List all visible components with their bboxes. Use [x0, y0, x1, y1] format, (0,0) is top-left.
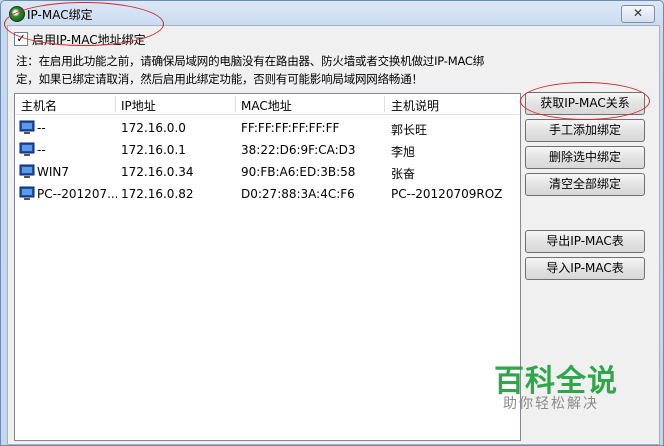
delete-selected-binding-button[interactable]: 删除选中绑定 — [525, 146, 645, 169]
cell-mac: FF:FF:FF:FF:FF:FF — [241, 121, 340, 135]
column-divider[interactable] — [384, 96, 385, 112]
binding-list[interactable]: 主机名 IP地址 MAC地址 主机说明 -- 172.16.0.0 FF:FF:… — [14, 93, 521, 441]
cell-ip: 172.16.0.1 — [121, 143, 186, 157]
cell-hostname: PC--201207... — [37, 187, 117, 201]
computer-icon — [19, 120, 35, 134]
close-button[interactable]: ✕ — [621, 5, 655, 23]
enable-binding-label[interactable]: 启用IP-MAC地址绑定 — [32, 31, 146, 48]
cell-description: 张奋 — [391, 167, 416, 181]
table-row[interactable]: PC--201207... 172.16.0.82 D0:27:88:3A:4C… — [15, 184, 520, 206]
computer-icon — [19, 186, 35, 200]
cell-description: 李旭 — [391, 145, 416, 159]
cell-hostname: -- — [37, 143, 46, 157]
cell-hostname: -- — [37, 121, 46, 135]
warning-note-line-1: 注：在启用此功能之前，请确保局域网的电脑没有在路由器、防火墙或者交换机做过IP-… — [16, 54, 485, 68]
table-row[interactable]: -- 172.16.0.1 38:22:D6:9F:CA:D3 李旭 — [15, 140, 520, 162]
binding-list-header: 主机名 IP地址 MAC地址 主机说明 — [15, 94, 520, 115]
cell-description: PC--20120709ROZ — [391, 187, 503, 201]
cell-mac: D0:27:88:3A:4C:F6 — [241, 187, 355, 201]
export-ip-mac-table-button[interactable]: 导出IP-MAC表 — [525, 230, 645, 253]
column-header-mac[interactable]: MAC地址 — [241, 97, 292, 114]
cell-ip: 172.16.0.0 — [121, 121, 186, 135]
cell-mac: 38:22:D6:9F:CA:D3 — [241, 143, 356, 157]
warning-note-line-2: 定，如果已绑定请取消，然后启用此绑定功能，否则有可能影响局域网网络畅通！ — [16, 72, 423, 86]
computer-icon — [19, 164, 35, 178]
title-bar[interactable]: IP-MAC绑定 ✕ — [1, 1, 663, 27]
cell-mac: 90:FB:A6:ED:3B:58 — [241, 165, 356, 179]
column-header-ip[interactable]: IP地址 — [121, 97, 156, 114]
cell-ip: 172.16.0.34 — [121, 165, 194, 179]
window-title: IP-MAC绑定 — [27, 8, 93, 22]
column-divider[interactable] — [235, 96, 236, 112]
table-row[interactable]: -- 172.16.0.0 FF:FF:FF:FF:FF:FF 郭长旺 — [15, 118, 520, 140]
cell-hostname: WIN7 — [37, 165, 70, 179]
app-icon — [9, 6, 25, 22]
column-divider[interactable] — [115, 96, 116, 112]
import-ip-mac-table-button[interactable]: 导入IP-MAC表 — [525, 257, 645, 280]
clear-all-bindings-button[interactable]: 清空全部绑定 — [525, 173, 645, 196]
table-row[interactable]: WIN7 172.16.0.34 90:FB:A6:ED:3B:58 张奋 — [15, 162, 520, 184]
column-header-description[interactable]: 主机说明 — [391, 97, 439, 114]
computer-icon — [19, 142, 35, 156]
manual-add-binding-button[interactable]: 手工添加绑定 — [525, 119, 645, 142]
cell-ip: 172.16.0.82 — [121, 187, 194, 201]
enable-binding-checkbox[interactable]: ✓ — [14, 32, 28, 46]
column-header-hostname[interactable]: 主机名 — [21, 97, 57, 114]
watermark-subtitle: 助你轻松解决 — [503, 396, 599, 412]
get-ip-mac-relation-button[interactable]: 获取IP-MAC关系 — [525, 92, 645, 115]
cell-description: 郭长旺 — [391, 123, 428, 137]
warning-note: 注：在启用此功能之前，请确保局域网的电脑没有在路由器、防火墙或者交换机做过IP-… — [16, 52, 526, 88]
